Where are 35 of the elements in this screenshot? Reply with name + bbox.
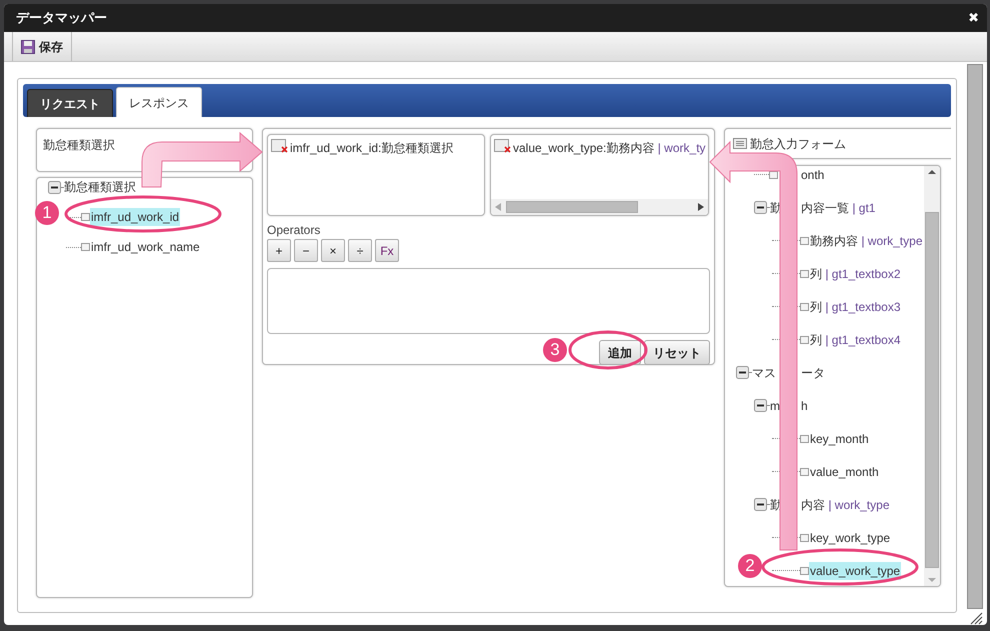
tree-item[interactable]: value_month <box>809 462 880 480</box>
tree-item[interactable]: imfr_ud_work_name <box>90 238 201 256</box>
operator-button[interactable]: × <box>321 239 345 262</box>
tree-item[interactable]: h <box>800 396 809 414</box>
tree-item[interactable]: key_work_type <box>809 528 892 546</box>
tree-item[interactable]: value_work_type <box>809 562 902 580</box>
tree-item[interactable]: m <box>769 396 781 414</box>
tree-item[interactable]: 内容一覧 | gt1 <box>800 198 876 216</box>
tree-item[interactable]: 列 | gt1_textbox3 <box>809 298 902 316</box>
tree-item[interactable]: 列 | gt1_textbox2 <box>809 264 902 282</box>
operator-button[interactable]: − <box>294 239 318 262</box>
operator-button[interactable]: ÷ <box>348 239 372 262</box>
tree-item[interactable]: マス <box>751 364 777 382</box>
tree-item[interactable]: 列 | gt1_textbox4 <box>809 330 902 348</box>
tab[interactable]: レスポンス <box>116 87 202 117</box>
window-title: データマッパー <box>16 9 107 28</box>
panel-title: 勤怠入力フォーム <box>750 136 846 152</box>
close-button[interactable]: ✖ <box>968 8 979 28</box>
action-button[interactable]: リセット <box>644 340 710 365</box>
operators-label: Operators <box>267 222 322 239</box>
operator-button[interactable]: + <box>267 239 291 262</box>
mapped-field: value_work_type:勤務内容 | work_ty <box>513 139 706 157</box>
tree-item[interactable]: imfr_ud_work_id <box>90 208 180 226</box>
action-button[interactable]: 追加 <box>599 340 641 365</box>
tab[interactable]: リクエスト <box>27 89 113 117</box>
tree-item[interactable]: 勤怠種類選択 <box>63 178 137 196</box>
save-button[interactable]: 保存 <box>12 32 72 61</box>
panel-title: 勤怠種類選択 <box>42 137 116 154</box>
tree-item[interactable]: ータ <box>800 364 826 382</box>
tree-item[interactable]: key_month <box>809 430 870 448</box>
tree-item[interactable]: onth <box>800 166 826 184</box>
tree-item[interactable]: 勤務内容 | work_type <box>809 232 924 250</box>
operator-button[interactable]: Fx <box>375 239 399 262</box>
mapped-field: imfr_ud_work_id:勤怠種類選択 <box>290 139 454 157</box>
tree-item[interactable]: 内容 | work_type <box>800 496 890 514</box>
